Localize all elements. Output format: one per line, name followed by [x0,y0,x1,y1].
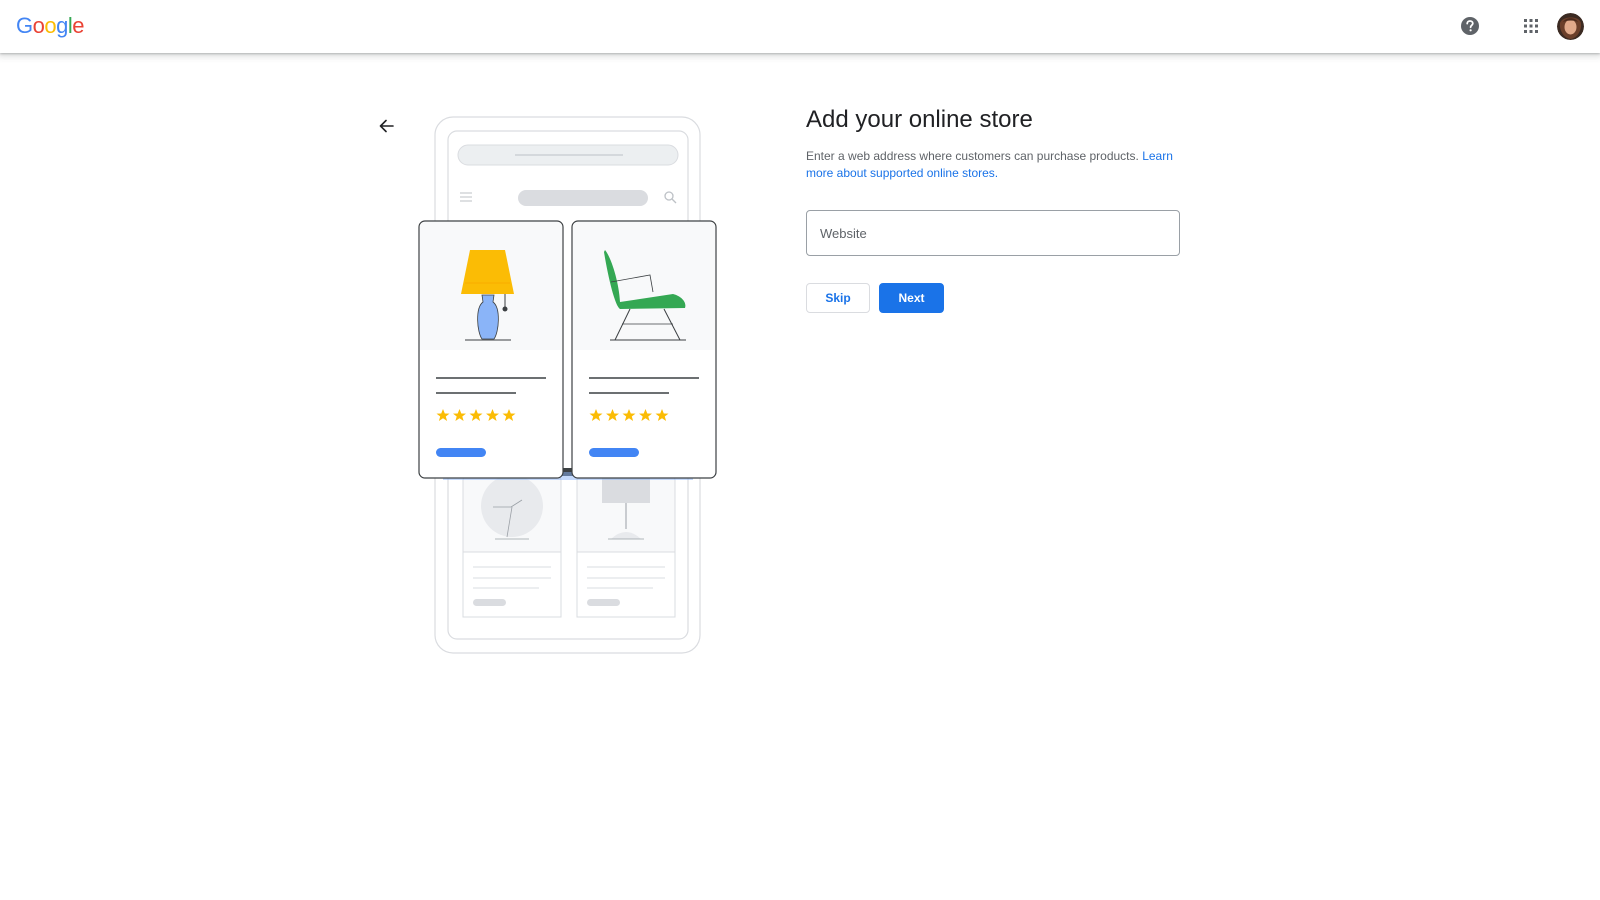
logo-letter-g2: g [56,13,68,38]
avatar[interactable] [1557,13,1584,40]
page-description: Enter a web address where customers can … [806,148,1186,182]
logo-letter-o2: o [44,13,57,38]
help-icon[interactable] [1457,13,1483,39]
apps-grid-icon[interactable] [1518,13,1544,39]
skip-button[interactable]: Skip [806,283,870,313]
website-field[interactable] [806,210,1180,256]
next-button[interactable]: Next [879,283,944,313]
google-logo[interactable]: Google [16,12,85,40]
website-input[interactable] [807,211,1179,255]
logo-letter-o1: o [32,13,45,38]
page-title: Add your online store [806,106,1033,133]
description-text: Enter a web address where customers can … [806,149,1139,163]
store-illustration [415,112,720,657]
arrow-back-icon[interactable] [374,114,398,138]
logo-letter-g: G [16,13,33,38]
top-app-bar: Google [0,0,1600,53]
logo-letter-e: e [72,13,85,38]
